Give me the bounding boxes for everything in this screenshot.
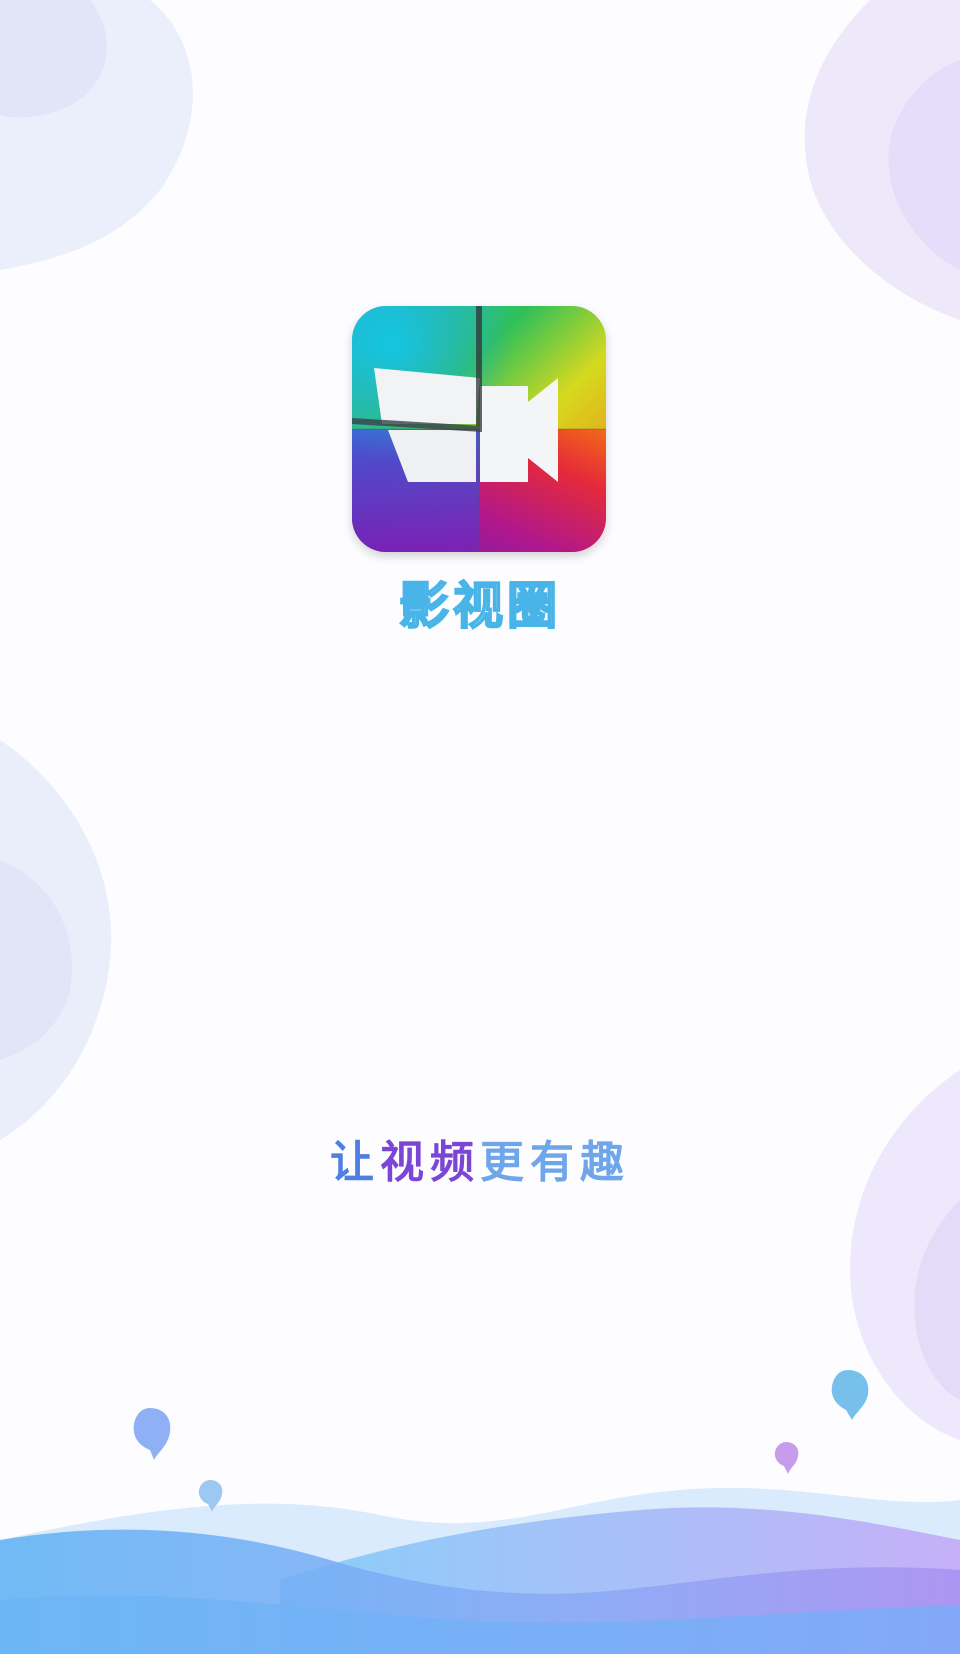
slogan-part-2: 视频 [380,1137,480,1188]
drop-left-large [133,1408,171,1460]
app-logo [352,306,606,552]
drop-right-large [831,1370,869,1420]
app-name: 影视圈 [398,576,561,636]
video-camera-icon [352,306,606,552]
slogan: 让视频更有趣 [0,1126,960,1190]
background-decoration [0,0,960,1654]
slogan-part-3: 更有趣 [480,1137,630,1188]
drop-right-small [774,1442,799,1474]
slogan-part-1: 让 [330,1137,380,1188]
